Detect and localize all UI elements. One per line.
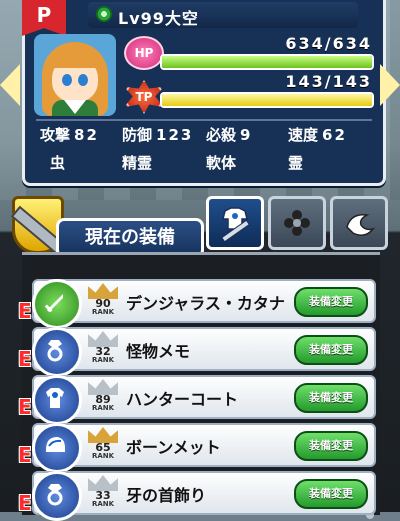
sword-icon — [44, 294, 63, 313]
tab-special[interactable] — [330, 196, 388, 250]
change-equipment-button[interactable]: 装備変更 — [294, 431, 368, 461]
item-name: ハンターコート — [126, 390, 239, 409]
eye-right — [78, 74, 88, 86]
equipment-tab-icon — [221, 207, 250, 241]
crown-icon — [88, 427, 118, 443]
grade-label: E — [18, 347, 32, 371]
tp-bar — [160, 92, 374, 108]
stat-value: 62 — [322, 126, 347, 144]
bangs — [50, 48, 102, 68]
equipment-row[interactable]: E 89 RANK ハンターコート 装備変更 — [18, 375, 376, 425]
swirl-tab-icon — [346, 214, 375, 236]
flower-tab-icon — [284, 210, 310, 236]
change-equipment-button[interactable]: 装備変更 — [294, 383, 368, 413]
rank-crown: 89 RANK — [86, 377, 120, 417]
type-label: 霊 — [288, 154, 304, 172]
equipment-row[interactable]: E 90 RANK デンジャラス・カタナ 装備変更 — [18, 279, 376, 329]
p-flag-label: P — [36, 3, 52, 27]
ring-icon — [47, 484, 63, 506]
category-badge — [32, 423, 82, 473]
hp-badge-icon: HP — [124, 36, 164, 70]
equipment-list: E 90 RANK デンジャラス・カタナ 装備変更 E 32 RANK 怪物メモ 装… — [18, 252, 380, 521]
rank-crown: 90 RANK — [86, 281, 120, 321]
change-equipment-button[interactable]: 装備変更 — [294, 287, 368, 317]
character-name: 大空 — [164, 9, 199, 28]
grade-label: E — [18, 299, 32, 323]
stat-special: 必殺 9 — [206, 124, 252, 145]
rank-crown: 32 RANK — [86, 329, 120, 369]
stat-label: 防御 — [122, 126, 153, 144]
rank-crown: 65 RANK — [86, 425, 120, 465]
item-name: デンジャラス・カタナ — [126, 294, 285, 313]
types-row: 虫 精霊 軟体 霊 — [40, 152, 370, 174]
rank-label: RANK — [91, 500, 115, 508]
tp-bar-fill — [162, 94, 372, 106]
stats-separator — [36, 119, 372, 121]
change-equipment-button[interactable]: 装備変更 — [294, 335, 368, 365]
ring-icon — [47, 340, 63, 362]
category-badge — [32, 279, 82, 329]
character-portrait[interactable] — [34, 34, 116, 116]
equipment-row[interactable]: E 65 RANK ボーンメット 装備変更 — [18, 423, 376, 473]
stat-label: 必殺 — [206, 126, 237, 144]
rank-label: RANK — [91, 404, 115, 412]
stat-defense: 防御 123 — [122, 124, 193, 145]
grade-label: E — [18, 395, 32, 419]
crown-icon — [88, 283, 118, 299]
crown-icon — [88, 331, 118, 347]
stat-attack: 攻撃 82 — [40, 124, 99, 145]
hp-bar — [160, 54, 374, 70]
item-name: 牙の首飾り — [126, 486, 207, 505]
tp-value: 143/143 — [285, 72, 372, 91]
level-gem-icon — [96, 6, 112, 22]
category-badge — [32, 327, 82, 377]
equipment-row[interactable]: E 33 RANK 牙の首飾り 装備変更 — [18, 471, 376, 521]
type-label: 虫 — [50, 154, 66, 172]
type-label: 精霊 — [122, 154, 153, 172]
stat-label: 速度 — [288, 126, 319, 144]
helmet-icon — [46, 437, 65, 452]
level-text: Lv99 — [118, 9, 165, 28]
rank-label: RANK — [91, 356, 115, 364]
stats-row: 攻撃 82 防御 123 必殺 9 速度 62 — [40, 124, 370, 146]
stat-value: 9 — [240, 126, 253, 144]
crown-icon — [88, 475, 118, 491]
stat-label: 攻撃 — [40, 126, 71, 144]
change-equipment-button[interactable]: 装備変更 — [294, 479, 368, 509]
rank-label: RANK — [91, 308, 115, 316]
crown-icon — [88, 379, 118, 395]
type-label: 軟体 — [206, 154, 237, 172]
grade-label: E — [18, 443, 32, 467]
stat-speed: 速度 62 — [288, 124, 347, 145]
category-badge — [32, 375, 82, 425]
rank-crown: 33 RANK — [86, 473, 120, 513]
item-name: 怪物メモ — [126, 342, 191, 361]
equipment-row[interactable]: E 32 RANK 怪物メモ 装備変更 — [18, 327, 376, 377]
stat-value: 123 — [156, 126, 194, 144]
stat-value: 82 — [74, 126, 99, 144]
level-name: Lv99大空 — [118, 5, 199, 29]
hp-value: 634/634 — [285, 34, 372, 53]
tab-skills[interactable] — [268, 196, 326, 250]
item-name: ボーンメット — [126, 438, 221, 457]
category-badge — [32, 471, 82, 521]
eye-left — [62, 74, 72, 86]
hp-bar-fill — [162, 56, 372, 68]
shirt-icon — [46, 388, 64, 408]
tab-equipment[interactable] — [206, 196, 264, 250]
grade-label: E — [18, 491, 32, 515]
rank-label: RANK — [91, 452, 115, 460]
